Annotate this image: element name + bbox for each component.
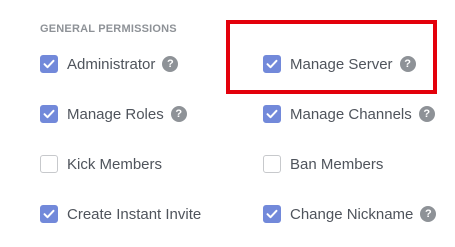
permission-manage-server[interactable]: Manage Server ?	[263, 53, 416, 75]
section-title: GENERAL PERMISSIONS	[40, 23, 177, 35]
checkmark-icon	[43, 59, 55, 69]
checkmark-icon	[43, 209, 55, 219]
help-icon[interactable]: ?	[162, 56, 179, 72]
ban-members-label: Ban Members	[290, 155, 384, 173]
permission-manage-channels[interactable]: Manage Channels ?	[263, 103, 435, 125]
administrator-checkbox[interactable]	[40, 55, 58, 73]
change-nickname-checkbox[interactable]	[263, 205, 281, 223]
manage-roles-label: Manage Roles	[67, 105, 164, 123]
manage-server-label: Manage Server	[290, 55, 393, 73]
general-permissions-panel: GENERAL PERMISSIONS Administrator ? Mana…	[0, 0, 455, 247]
help-icon[interactable]: ?	[170, 106, 187, 122]
checkmark-icon	[266, 59, 278, 69]
permission-administrator[interactable]: Administrator ?	[40, 53, 179, 75]
checkmark-icon	[266, 109, 278, 119]
permission-manage-roles[interactable]: Manage Roles ?	[40, 103, 187, 125]
manage-channels-label: Manage Channels	[290, 105, 412, 123]
checkmark-icon	[43, 109, 55, 119]
create-instant-invite-checkbox[interactable]	[40, 205, 58, 223]
manage-roles-checkbox[interactable]	[40, 105, 58, 123]
help-icon[interactable]: ?	[399, 56, 416, 72]
kick-members-label: Kick Members	[67, 155, 163, 173]
ban-members-checkbox[interactable]	[263, 155, 281, 173]
permission-kick-members[interactable]: Kick Members	[40, 153, 162, 175]
change-nickname-label: Change Nickname	[290, 205, 414, 223]
kick-members-checkbox[interactable]	[40, 155, 58, 173]
permission-create-instant-invite[interactable]: Create Instant Invite	[40, 203, 201, 225]
help-icon[interactable]: ?	[420, 206, 437, 222]
manage-server-checkbox[interactable]	[263, 55, 281, 73]
create-instant-invite-label: Create Instant Invite	[67, 205, 202, 223]
checkmark-icon	[266, 209, 278, 219]
permission-change-nickname[interactable]: Change Nickname ?	[263, 203, 437, 225]
help-icon[interactable]: ?	[418, 106, 435, 122]
permission-ban-members[interactable]: Ban Members	[263, 153, 383, 175]
administrator-label: Administrator	[67, 55, 156, 73]
manage-channels-checkbox[interactable]	[263, 105, 281, 123]
